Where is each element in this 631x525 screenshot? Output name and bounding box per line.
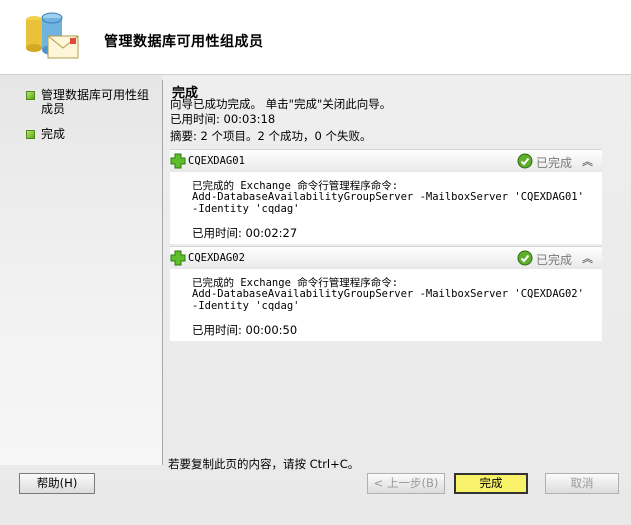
command-text-cont: -Identity 'cqdag' <box>192 203 300 215</box>
intro-text: 向导已成功完成。 单击"完成"关闭此向导。 <box>170 97 392 111</box>
nav-item-finish: 完成 <box>26 127 156 141</box>
command-text: Add-DatabaseAvailabilityGroupServer -Mai… <box>192 191 584 203</box>
cancel-button[interactable]: 取消 <box>545 473 619 494</box>
nav-item-label: 完成 <box>41 127 66 141</box>
green-plus-icon <box>170 153 186 169</box>
status-label: 已完成 <box>536 156 573 170</box>
green-check-icon <box>517 250 533 266</box>
result-item-body: 已完成的 Exchange 命令行管理程序命令: Add-DatabaseAva… <box>170 172 602 244</box>
back-button[interactable]: < 上一步(B) <box>367 473 445 494</box>
finish-button[interactable]: 完成 <box>454 473 528 494</box>
command-text: Add-DatabaseAvailabilityGroupServer -Mai… <box>192 288 584 300</box>
copy-hint: 若要复制此页的内容，请按 Ctrl+C。 <box>168 457 360 471</box>
double-chevron-up-icon[interactable]: ︽ <box>582 250 593 266</box>
status-label: 已完成 <box>536 253 573 267</box>
double-chevron-up-icon[interactable]: ︽ <box>582 153 593 169</box>
help-button[interactable]: 帮助(H) <box>19 473 95 494</box>
green-plus-icon <box>170 250 186 266</box>
wizard-header <box>0 0 631 74</box>
item-server-name: CQEXDAG01 <box>188 155 245 167</box>
green-square-icon <box>26 91 35 100</box>
page-title: 管理数据库可用性组成员 <box>104 34 264 50</box>
nav-item-label: 管理数据库可用性组成员 <box>41 88 150 116</box>
result-item-body: 已完成的 Exchange 命令行管理程序命令: Add-DatabaseAva… <box>170 269 602 341</box>
database-mail-icon <box>26 12 79 59</box>
command-text-cont: -Identity 'cqdag' <box>192 300 300 312</box>
result-item-header: CQEXDAG02 已完成 ︽ <box>170 246 602 269</box>
green-square-icon <box>26 130 35 139</box>
item-server-name: CQEXDAG02 <box>188 252 245 264</box>
wizard-nav: 管理数据库可用性组成员 完成 <box>0 75 162 465</box>
nav-divider <box>162 80 163 465</box>
nav-item-manage-members: 管理数据库可用性组成员 <box>26 88 156 116</box>
item-elapsed: 已用时间: 00:02:27 <box>192 226 298 240</box>
total-elapsed: 已用时间: 00:03:18 <box>170 112 276 126</box>
result-item-header: CQEXDAG01 已完成 ︽ <box>170 149 602 172</box>
summary-text: 摘要: 2 个项目。2 个成功，0 个失败。 <box>170 129 372 143</box>
item-elapsed: 已用时间: 00:00:50 <box>192 323 298 337</box>
green-check-icon <box>517 153 533 169</box>
